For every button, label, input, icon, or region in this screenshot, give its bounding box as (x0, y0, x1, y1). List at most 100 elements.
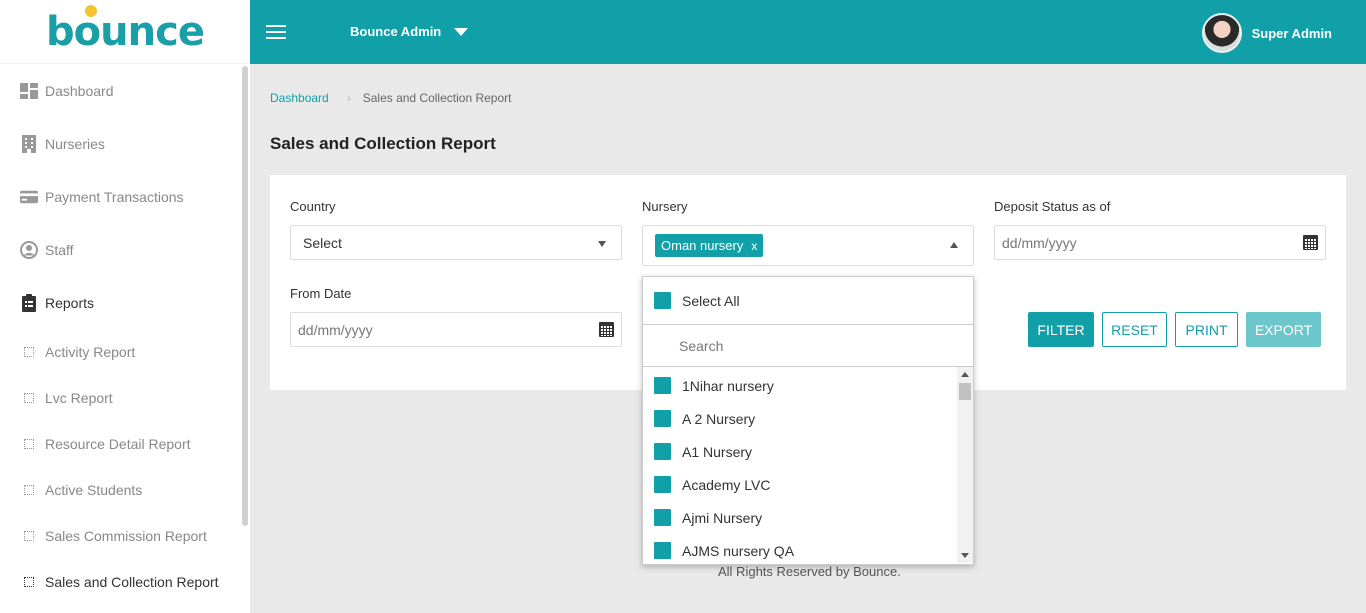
deposit-date-input[interactable]: dd/mm/yyyy (994, 225, 1326, 260)
sidebar-item-label: Nurseries (45, 135, 105, 152)
checkbox-icon[interactable] (654, 542, 671, 559)
country-select[interactable]: Select (290, 225, 622, 260)
deposit-date-placeholder: dd/mm/yyyy (1002, 234, 1077, 251)
country-select-value: Select (303, 234, 342, 251)
chevron-up-icon (950, 242, 958, 248)
building-icon (20, 134, 38, 153)
chevron-down-icon (598, 241, 606, 247)
sidebar: bo unce Dashboard Nurseries Payment Trans… (0, 0, 250, 613)
dashboard-icon (20, 82, 38, 100)
breadcrumb-home-link[interactable]: Dashboard (270, 91, 329, 105)
checkbox-icon[interactable] (654, 377, 671, 394)
user-circle-icon (20, 240, 38, 259)
option-label: A 2 Nursery (682, 410, 756, 427)
credit-card-icon (20, 188, 38, 206)
option-label: Ajmi Nursery (682, 509, 763, 526)
caret-down-icon (454, 27, 469, 36)
avatar (1201, 13, 1242, 53)
bullet-icon (24, 485, 34, 495)
nursery-search-input[interactable] (679, 337, 939, 354)
country-label: Country (290, 199, 336, 214)
sidebar-item-lvc-report[interactable]: Lvc Report (0, 375, 250, 421)
from-date-placeholder: dd/mm/yyyy (298, 321, 373, 338)
nursery-option-list: 1Nihar nursery A 2 Nursery A1 Nursery Ac… (643, 367, 973, 563)
sidebar-nav: Dashboard Nurseries Payment Transactions… (0, 64, 250, 605)
hamburger-menu-icon[interactable] (266, 25, 286, 39)
sidebar-item-activity-report[interactable]: Activity Report (0, 329, 250, 375)
tag-label: Oman nursery (661, 238, 744, 253)
from-date-label: From Date (290, 286, 352, 301)
top-header: Bounce Admin Super Admin (250, 0, 1366, 64)
nursery-multiselect[interactable]: Oman nursery x (642, 225, 974, 266)
sidebar-item-label: Dashboard (45, 82, 114, 99)
checkbox-icon[interactable] (654, 476, 671, 493)
list-item[interactable]: Ajmi Nursery (643, 501, 973, 534)
checkbox-icon[interactable] (654, 410, 671, 427)
deposit-status-label: Deposit Status as of (994, 199, 1111, 214)
sidebar-item-active-students[interactable]: Active Students (0, 467, 250, 513)
scrollbar-thumb[interactable] (959, 383, 971, 400)
print-button[interactable]: PRINT (1175, 312, 1238, 347)
list-item[interactable]: AJMS nursery QA (643, 534, 973, 563)
option-label: 1Nihar nursery (682, 377, 774, 394)
nursery-label: Nursery (642, 199, 688, 214)
checkbox-icon[interactable] (654, 443, 671, 460)
list-item[interactable]: A1 Nursery (643, 435, 973, 468)
sidebar-item-payment-transactions[interactable]: Payment Transactions (0, 170, 250, 223)
sidebar-item-resource-detail-report[interactable]: Resource Detail Report (0, 421, 250, 467)
breadcrumb: Dashboard › Sales and Collection Report (270, 91, 511, 105)
sidebar-item-sales-collection-report[interactable]: Sales and Collection Report (0, 559, 250, 605)
app-switcher[interactable]: Bounce Admin (350, 24, 469, 39)
option-label: A1 Nursery (682, 443, 753, 460)
sidebar-item-reports[interactable]: Reports (0, 276, 250, 329)
logo-container: bo unce (0, 0, 250, 64)
selected-nursery-tag: Oman nursery x (655, 234, 764, 257)
user-name: Super Admin (1251, 25, 1332, 41)
sidebar-item-nurseries[interactable]: Nurseries (0, 117, 250, 170)
list-item[interactable]: A 2 Nursery (643, 402, 973, 435)
sidebar-item-label: Sales and Collection Report (45, 574, 219, 590)
user-menu[interactable]: Super Admin (1201, 13, 1332, 53)
sidebar-item-label: Lvc Report (45, 390, 113, 406)
sidebar-item-label: Reports (45, 294, 95, 311)
sidebar-item-sales-commission-report[interactable]: Sales Commission Report (0, 513, 250, 559)
breadcrumb-current: Sales and Collection Report (362, 91, 512, 105)
select-all-option[interactable]: Select All (643, 277, 973, 325)
scroll-down-icon[interactable] (961, 553, 969, 558)
select-all-label: Select All (682, 292, 740, 309)
bounce-logo[interactable]: bo unce (46, 4, 205, 55)
export-button[interactable]: EXPORT (1246, 312, 1321, 347)
reset-button[interactable]: RESET (1102, 312, 1167, 347)
sidebar-item-dashboard[interactable]: Dashboard (0, 64, 250, 117)
bullet-icon (24, 577, 34, 587)
bullet-icon (24, 531, 34, 541)
sidebar-item-staff[interactable]: Staff (0, 223, 250, 276)
footer-copyright: All Rights Reserved by Bounce. (718, 564, 901, 579)
filter-button[interactable]: FILTER (1028, 312, 1094, 347)
checkbox-icon[interactable] (654, 509, 671, 526)
checkbox-icon[interactable] (654, 292, 671, 309)
sidebar-item-label: Staff (45, 241, 74, 258)
calendar-icon[interactable] (1303, 235, 1318, 250)
bullet-icon (24, 347, 34, 357)
clipboard-icon (20, 293, 38, 312)
list-item[interactable]: Academy LVC (643, 468, 973, 501)
list-item[interactable]: 1Nihar nursery (643, 369, 973, 402)
sidebar-item-label: Active Students (45, 482, 143, 498)
sidebar-item-label: Sales Commission Report (45, 528, 207, 544)
sidebar-item-label: Payment Transactions (45, 188, 184, 205)
dropdown-search (643, 325, 973, 367)
dropdown-scrollbar[interactable] (957, 367, 973, 563)
sidebar-item-label: Activity Report (45, 344, 136, 360)
option-label: Academy LVC (682, 476, 771, 493)
option-label: AJMS nursery QA (682, 542, 795, 559)
from-date-input[interactable]: dd/mm/yyyy (290, 312, 622, 347)
page-title: Sales and Collection Report (270, 134, 496, 153)
sidebar-scrollbar[interactable] (242, 66, 248, 526)
app-name: Bounce Admin (350, 24, 442, 39)
calendar-icon[interactable] (599, 322, 614, 337)
chevron-right-icon: › (346, 91, 351, 105)
scroll-up-icon[interactable] (961, 372, 969, 377)
tag-remove-icon[interactable]: x (751, 239, 757, 253)
nursery-dropdown-panel: Select All 1Nihar nursery A 2 Nursery A1… (642, 276, 974, 565)
